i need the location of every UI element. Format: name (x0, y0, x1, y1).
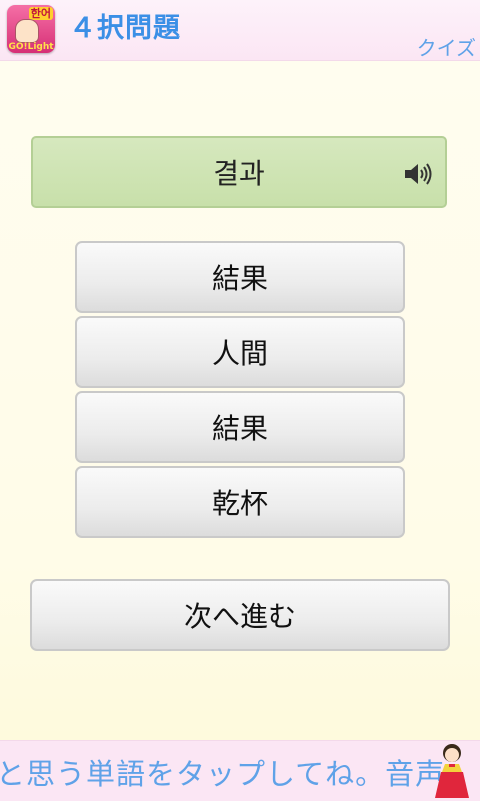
page-title: ４択問題 (69, 13, 181, 44)
choice-button-4[interactable]: 乾杯 (75, 466, 405, 538)
question-word: 결과 (213, 157, 265, 190)
app-icon-badge: 한어 (28, 7, 53, 20)
hand-icon (15, 19, 39, 43)
app-icon: 한어 GO!Light (7, 5, 55, 53)
mascot-icon (435, 744, 469, 798)
header-subtitle: クイズ (416, 36, 476, 60)
choice-button-2[interactable]: 人間 (75, 316, 405, 388)
bottom-banner: と思う単語をタップしてね。音声 (0, 740, 480, 801)
banner-ticker-text: と思う単語をタップしてね。音声 (0, 757, 446, 791)
next-button[interactable]: 次へ進む (30, 579, 450, 651)
speaker-icon[interactable] (403, 162, 435, 186)
choice-button-3[interactable]: 結果 (75, 391, 405, 463)
question-card: 결과 (31, 136, 447, 208)
app-icon-label: GO!Light (8, 42, 54, 52)
header-bar: 한어 GO!Light ４択問題 クイズ (0, 0, 480, 61)
choice-button-1[interactable]: 結果 (75, 241, 405, 313)
